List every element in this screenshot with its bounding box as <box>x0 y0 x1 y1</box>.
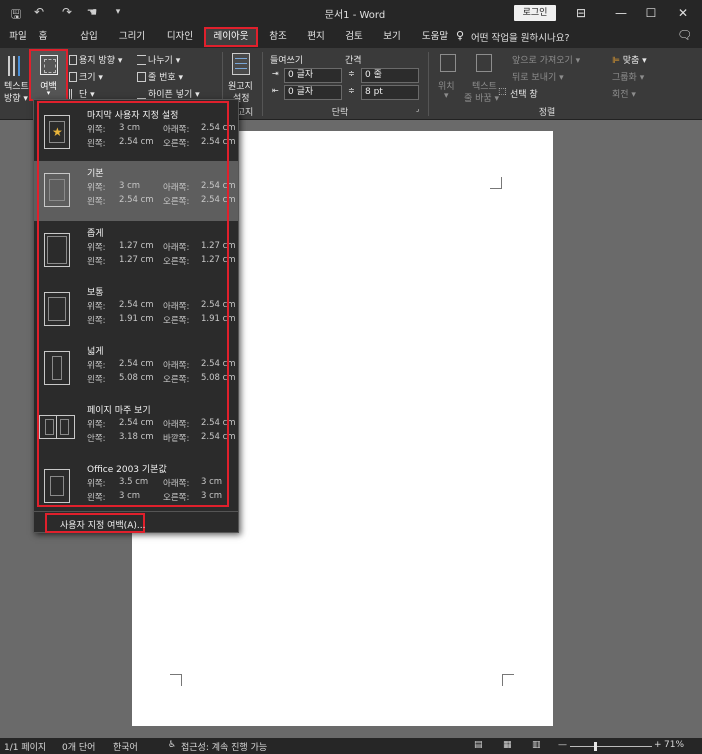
size-button[interactable]: 크기 ▾ <box>69 70 103 83</box>
chevron-down-icon: ▾ <box>46 89 51 97</box>
title-bar: 🖫 ↶ ↷ ☚ ▾ 문서1 - Word 로그인 ⊟ — ☐ ✕ <box>0 0 702 26</box>
margins-icon <box>40 55 58 75</box>
close-icon[interactable]: ✕ <box>668 3 698 23</box>
menu-bar: 파일 홈 삽입 그리기 디자인 레이아웃 참조 편지 검토 보기 도움말 <box>0 26 702 48</box>
spacing-after-icon: ≑ <box>348 86 355 95</box>
tab-mailings[interactable]: 편지 <box>304 30 328 46</box>
touch-mode-icon[interactable]: ☚ <box>85 5 99 21</box>
zoom-slider-thumb[interactable] <box>594 742 597 751</box>
status-bar: 1/1 페이지 0개 단어 한국어 ♿ 접근성: 계속 진행 가능 ▤ ▦ ▥ … <box>0 738 702 754</box>
ribbon-display-options-icon[interactable]: ⊟ <box>566 3 596 23</box>
indent-left-icon: ⇥ <box>272 69 279 78</box>
customize-quick-access-icon[interactable]: ▾ <box>112 7 124 23</box>
tab-review[interactable]: 검토 <box>342 30 366 46</box>
spacing-before-input[interactable]: 0 줄 <box>361 68 419 83</box>
tab-layout[interactable]: 레이아웃 <box>204 27 258 47</box>
size-icon <box>69 72 77 82</box>
position-icon[interactable] <box>440 54 456 72</box>
indent-header: 들여쓰기 <box>270 56 304 66</box>
tab-home[interactable]: 홈 <box>34 30 52 46</box>
align-button[interactable]: ⊫ 맞춤 ▾ <box>612 53 647 66</box>
tab-help[interactable]: 도움말 <box>418 30 452 46</box>
spacing-after-input[interactable]: 8 pt <box>361 85 419 100</box>
maximize-icon[interactable]: ☐ <box>636 3 666 23</box>
dropdown-divider <box>34 511 238 512</box>
bring-forward-button[interactable]: 앞으로 가져오기 ▾ <box>512 53 580 66</box>
wrap-text-icon[interactable] <box>476 54 492 72</box>
page-count[interactable]: 1/1 페이지 <box>4 740 46 753</box>
tab-file[interactable]: 파일 <box>6 30 30 46</box>
send-backward-button[interactable]: 뒤로 보내기 ▾ <box>512 70 564 83</box>
align-icon: ⊫ <box>612 56 620 66</box>
tab-view[interactable]: 보기 <box>380 30 404 46</box>
redo-icon[interactable]: ↷ <box>60 5 74 21</box>
crop-mark-bottom-right <box>502 674 514 686</box>
tab-insert[interactable]: 삽입 <box>76 30 102 46</box>
zoom-in-icon[interactable]: + <box>654 740 662 750</box>
position-caret: ▾ <box>444 91 449 101</box>
read-mode-icon[interactable]: ▤ <box>474 740 483 750</box>
custom-margins-button[interactable]: 사용자 지정 여백(A)... <box>45 513 145 533</box>
language-indicator[interactable]: 한국어 <box>113 740 138 753</box>
window-title: 문서1 - Word <box>324 10 386 21</box>
group-button[interactable]: 그룹화 ▾ <box>612 70 644 83</box>
paragraph-group-label: 단락 <box>331 108 349 118</box>
accessibility-icon: ♿ <box>168 740 177 750</box>
indent-left-input[interactable]: 0 글자 <box>284 68 342 83</box>
tell-me-search[interactable]: 어떤 작업을 원하시나요? <box>471 30 569 44</box>
accessibility-status[interactable]: 접근성: 계속 진행 가능 <box>181 740 267 753</box>
spacing-header: 간격 <box>345 56 362 66</box>
breaks-button[interactable]: 나누기 ▾ <box>137 53 180 66</box>
orientation-icon <box>69 55 77 65</box>
tab-draw[interactable]: 그리기 <box>116 30 148 46</box>
orientation-button[interactable]: 용지 방향 ▾ <box>69 53 122 66</box>
print-layout-icon[interactable]: ▦ <box>503 740 512 750</box>
zoom-level[interactable]: 71% <box>664 740 684 750</box>
line-numbers-icon <box>137 72 146 82</box>
crop-mark-bottom-left <box>170 674 182 686</box>
zoom-slider[interactable] <box>570 746 652 747</box>
selection-pane-icon: ⬚ <box>498 87 507 97</box>
margins-button[interactable]: 여백 ▾ <box>29 49 68 101</box>
line-numbers-button[interactable]: 줄 번호 ▾ <box>137 70 183 83</box>
indent-right-icon: ⇤ <box>272 86 279 95</box>
hyphenation-icon <box>137 89 146 99</box>
wrap-text-sub-label: 줄 바꿈 ▾ <box>464 94 500 104</box>
minimize-icon[interactable]: — <box>606 3 636 23</box>
tab-design[interactable]: 디자인 <box>164 30 196 46</box>
save-icon[interactable]: 🖫 <box>8 5 24 21</box>
spacing-before-icon: ≑ <box>348 69 355 78</box>
zoom-out-icon[interactable]: — <box>558 740 567 750</box>
ribbon-separator <box>428 52 429 116</box>
preset-list-highlight <box>37 101 229 507</box>
comment-icon[interactable]: 🗨 <box>677 28 693 42</box>
rotate-button[interactable]: 회전 ▾ <box>612 87 636 100</box>
crop-mark-top-right <box>490 177 502 189</box>
text-direction-caret: 방향 ▾ <box>4 94 28 104</box>
word-count[interactable]: 0개 단어 <box>62 740 95 753</box>
indent-right-input[interactable]: 0 글자 <box>284 85 342 100</box>
custom-margins-label: 사용자 지정 여백(A)... <box>60 521 146 531</box>
login-button[interactable]: 로그인 <box>514 5 556 21</box>
web-layout-icon[interactable]: ▥ <box>532 740 541 750</box>
paragraph-dialog-launcher-icon[interactable]: ⌟ <box>416 105 419 113</box>
text-direction-icon[interactable] <box>6 54 26 78</box>
ribbon-separator <box>262 52 263 116</box>
selection-pane-button[interactable]: 선택 창 <box>510 87 538 100</box>
columns-icon <box>69 89 77 99</box>
arrange-group-label: 정렬 <box>538 108 556 118</box>
breaks-icon <box>137 55 146 65</box>
lightbulb-icon: ♀ <box>456 29 465 42</box>
undo-icon[interactable]: ↶ <box>32 5 46 21</box>
manuscript-icon[interactable] <box>232 53 250 75</box>
tab-references[interactable]: 참조 <box>266 30 290 46</box>
